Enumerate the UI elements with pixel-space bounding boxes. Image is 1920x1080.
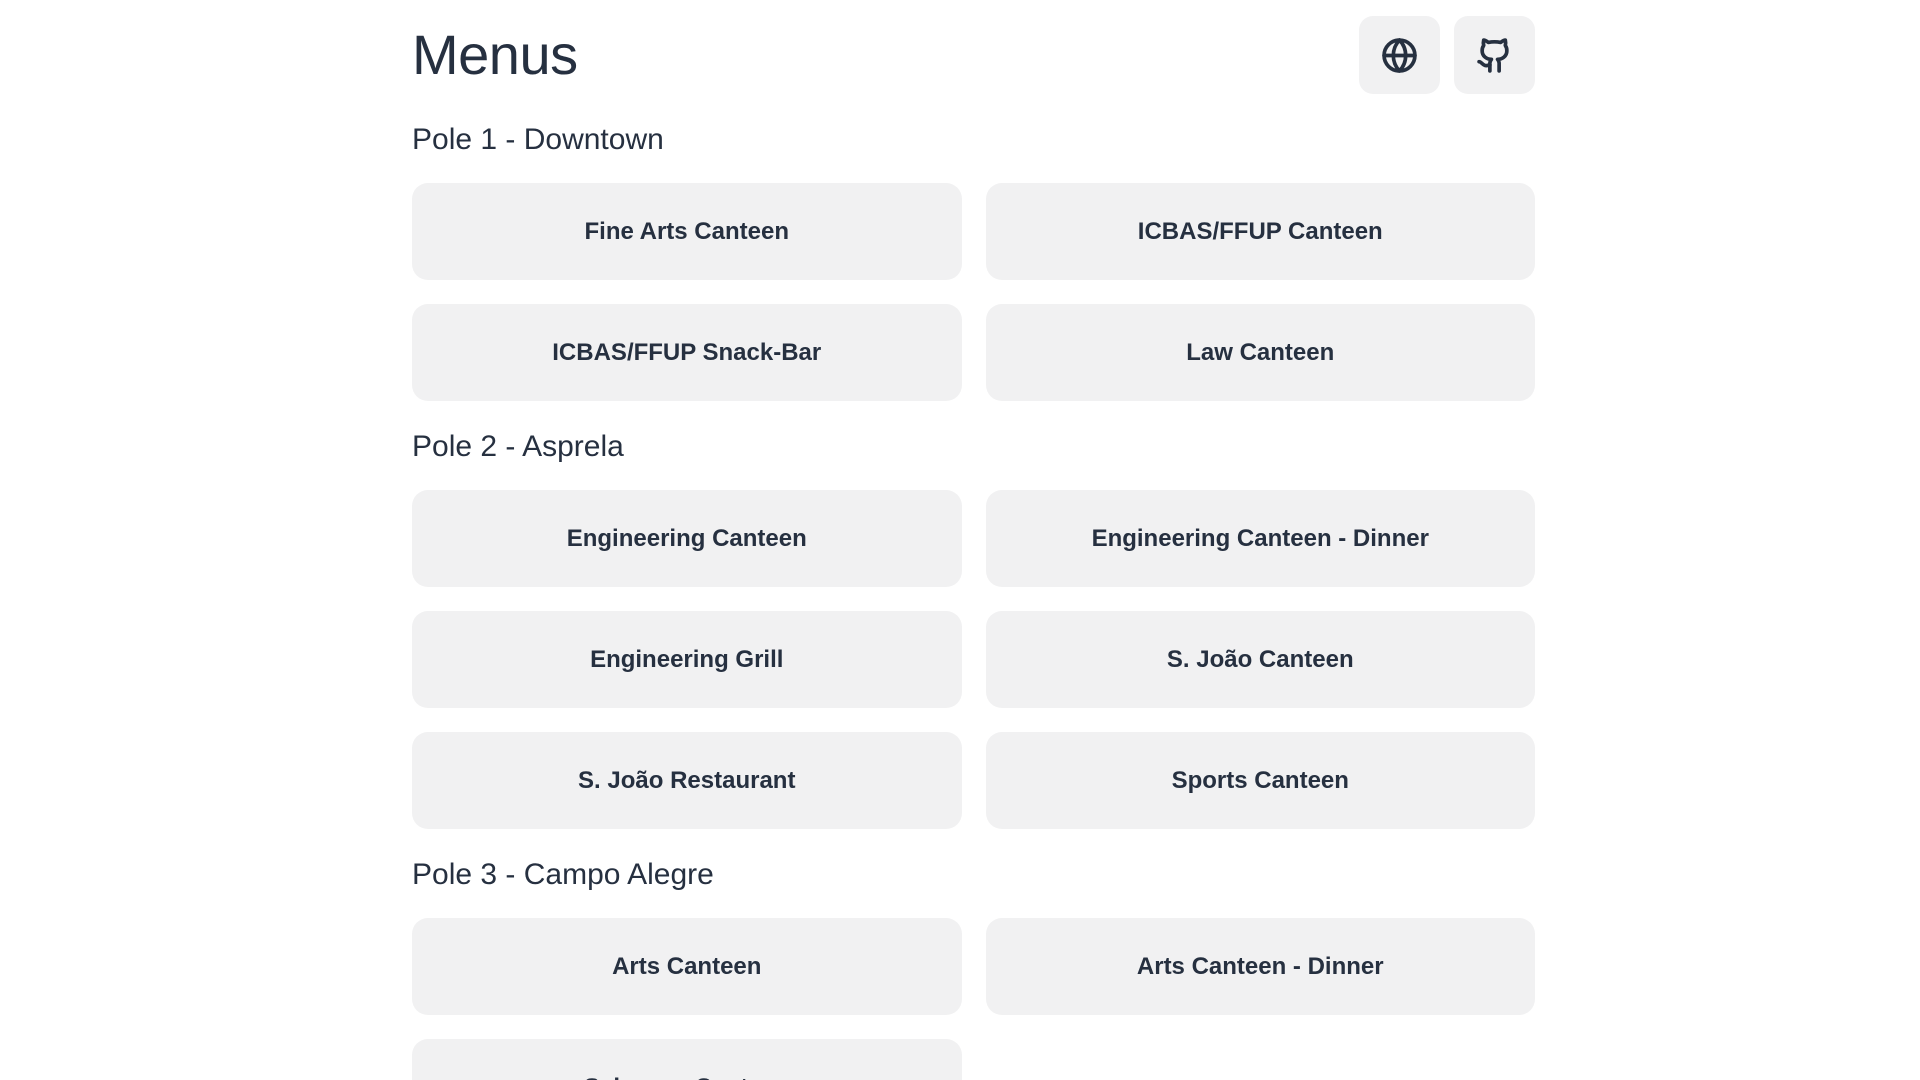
- github-button[interactable]: [1454, 16, 1535, 94]
- section-title: Pole 3 - Campo Alegre: [412, 857, 1535, 893]
- menu-item-button[interactable]: Arts Canteen: [412, 918, 962, 1015]
- menu-item-button[interactable]: Engineering Canteen: [412, 490, 962, 587]
- menu-section: Pole 3 - Campo Alegre Arts CanteenArts C…: [412, 857, 1535, 1080]
- menu-item-button[interactable]: ICBAS/FFUP Canteen: [986, 183, 1536, 280]
- menu-item-button[interactable]: ICBAS/FFUP Snack-Bar: [412, 304, 962, 401]
- header-actions: [1359, 16, 1535, 94]
- menu-item-button[interactable]: Engineering Canteen - Dinner: [986, 490, 1536, 587]
- menu-item-button[interactable]: Arts Canteen - Dinner: [986, 918, 1536, 1015]
- section-grid: Engineering CanteenEngineering Canteen -…: [412, 490, 1535, 829]
- menu-item-button[interactable]: Fine Arts Canteen: [412, 183, 962, 280]
- menu-item-button[interactable]: Sports Canteen: [986, 732, 1536, 829]
- section-title: Pole 1 - Downtown: [412, 122, 1535, 158]
- page-header: Menus: [412, 0, 1535, 94]
- menu-section: Pole 1 - Downtown Fine Arts CanteenICBAS…: [412, 122, 1535, 401]
- page-title: Menus: [412, 23, 578, 87]
- menu-item-button[interactable]: Sciences Canteen: [412, 1039, 962, 1080]
- section-grid: Fine Arts CanteenICBAS/FFUP CanteenICBAS…: [412, 183, 1535, 401]
- menu-item-button[interactable]: Law Canteen: [986, 304, 1536, 401]
- globe-icon: [1381, 37, 1418, 74]
- github-icon: [1476, 37, 1513, 74]
- language-button[interactable]: [1359, 16, 1440, 94]
- menu-sections: Pole 1 - Downtown Fine Arts CanteenICBAS…: [412, 122, 1535, 1080]
- menu-item-button[interactable]: Engineering Grill: [412, 611, 962, 708]
- menu-item-button[interactable]: S. João Restaurant: [412, 732, 962, 829]
- section-grid: Arts CanteenArts Canteen - Dinner Science…: [412, 918, 1535, 1080]
- menu-section: Pole 2 - Asprela Engineering CanteenEngi…: [412, 429, 1535, 829]
- page-container: Menus: [412, 0, 1535, 1080]
- section-title: Pole 2 - Asprela: [412, 429, 1535, 465]
- menu-item-button[interactable]: S. João Canteen: [986, 611, 1536, 708]
